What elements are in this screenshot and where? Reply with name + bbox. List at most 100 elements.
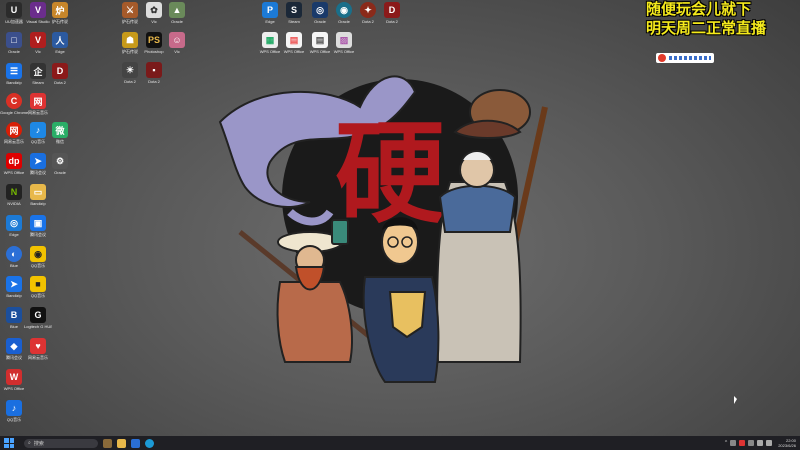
- network-icon[interactable]: [757, 440, 764, 446]
- app-icon: 炉: [52, 2, 68, 18]
- desktop-icon-label: 炉石传说: [52, 19, 68, 24]
- stream-overlay: 随便玩会儿就下 明天周二正常直播: [646, 0, 796, 38]
- taskbar-app-game-icon[interactable]: [103, 438, 112, 448]
- desktop-icon-label: 微信: [56, 139, 64, 144]
- volume-icon[interactable]: [766, 440, 773, 446]
- wechat-icon: 微: [52, 122, 68, 138]
- taskbar-edge-icon[interactable]: [145, 438, 154, 448]
- app-icon: D: [52, 63, 68, 79]
- desktop-icon-label: 网易云音乐: [28, 110, 48, 115]
- desktop-icon[interactable]: ▣ 腾讯会议: [24, 215, 52, 237]
- desktop-icon[interactable]: G Logitech G HUB: [24, 307, 52, 329]
- search-input[interactable]: ⌕ 搜索: [24, 438, 98, 448]
- desktop-icon[interactable]: ◉ QQ音乐: [24, 246, 52, 268]
- tray-app-icon[interactable]: [730, 440, 737, 446]
- app-icon: ☗: [122, 32, 138, 48]
- badge-bars: [669, 56, 711, 60]
- system-tray: ^: [725, 440, 773, 446]
- chrome-icon: C: [6, 93, 22, 109]
- desktop-icon[interactable]: ▪ Dota 2: [140, 62, 168, 84]
- desktop-icon-label: WPS Office: [3, 386, 25, 391]
- desktop-icon-label: WPS Office: [283, 49, 305, 54]
- app-icon: □: [6, 32, 22, 48]
- app-icon: ⚔: [122, 2, 138, 18]
- desktop-icon-label: Dota 2: [386, 19, 398, 24]
- desktop-icon[interactable]: 炉 炉石传说: [46, 2, 74, 24]
- app-icon: V: [30, 32, 46, 48]
- tray-app-icon[interactable]: [748, 440, 755, 446]
- music-icon: ♪: [30, 122, 46, 138]
- app-icon: ◐: [6, 246, 22, 262]
- image-file-icon: ▨: [336, 32, 352, 48]
- app-icon: ■: [30, 276, 46, 292]
- app-icon: ◉: [336, 2, 352, 18]
- desktop-icon[interactable]: ▨ WPS Office: [330, 32, 358, 54]
- wallpaper-artwork: 硬: [218, 75, 548, 383]
- desktop-icon-label: Logitech G HUB: [24, 324, 52, 329]
- settings-icon: ⚙: [52, 153, 68, 169]
- calligraphy-text: 硬: [335, 109, 445, 238]
- app-icon: 企: [30, 63, 46, 79]
- desktop-icon[interactable]: D Dota 2: [378, 2, 406, 24]
- app-icon: B: [6, 307, 22, 323]
- app-icon: ◉: [30, 246, 46, 262]
- desktop-icon[interactable]: 网 网易云音乐: [24, 93, 52, 115]
- desktop-icon-label: 腾讯会议: [30, 232, 46, 237]
- app-icon: ☺: [169, 32, 185, 48]
- app-icon: ◎: [312, 2, 328, 18]
- desktop-icon[interactable]: ♥ 网易云音乐: [24, 338, 52, 360]
- desktop-icon[interactable]: ⚙ Oracle: [46, 153, 74, 175]
- desktop-icon[interactable]: ▲ Oracle: [163, 2, 191, 24]
- desktop: U UU加速器 V Visual Studio 炉 炉石传说 □ Oracle …: [0, 0, 800, 436]
- taskbar-app-icon[interactable]: [131, 438, 140, 448]
- app-icon: 网: [6, 122, 22, 138]
- desktop-icon-label: Oracle: [54, 170, 66, 175]
- tray-app-icon[interactable]: [739, 440, 746, 446]
- desktop-icon[interactable]: ▭ Bandizip: [24, 184, 52, 206]
- file-icon: ▤: [286, 32, 302, 48]
- desktop-icon-label: Dota 2: [54, 80, 66, 85]
- desktop-icon[interactable]: ▤ WPS Office: [280, 32, 308, 54]
- photoshop-icon: PS: [146, 32, 162, 48]
- app-icon: ✦: [360, 2, 376, 18]
- app-icon: ▦: [262, 32, 278, 48]
- app-icon: ➤: [6, 276, 22, 292]
- desktop-icon-label: Vlc: [174, 49, 180, 54]
- desktop-icon[interactable]: 人 Edge: [46, 32, 74, 54]
- start-button[interactable]: [4, 438, 14, 448]
- desktop-icon[interactable]: ☺ Vlc: [163, 32, 191, 54]
- old-man-robe: [438, 184, 517, 233]
- app-icon: ☀: [122, 62, 138, 78]
- app-icon: 人: [52, 32, 68, 48]
- clock[interactable]: 22:00 2023/6/26: [778, 438, 796, 448]
- desktop-icon-label: Steam: [288, 19, 300, 24]
- search-icon: ⌕: [28, 440, 31, 446]
- taskbar-file-explorer-icon[interactable]: [117, 438, 126, 448]
- desktop-icon-label: QQ音乐: [30, 263, 46, 268]
- desktop-icon[interactable]: ♪ QQ音乐: [0, 400, 28, 422]
- app-icon: P: [262, 2, 278, 18]
- app-icon: ▣: [30, 215, 46, 231]
- app-icon: ☰: [6, 63, 22, 79]
- overlay-line-2: 明天周二正常直播: [646, 19, 767, 37]
- app-icon: ▲: [169, 2, 185, 18]
- desktop-icon[interactable]: D Dota 2: [46, 63, 74, 85]
- app-icon: ✿: [146, 2, 162, 18]
- file-icon: ▤: [312, 32, 328, 48]
- desktop-icon-label: Oracle: [171, 19, 183, 24]
- desktop-icon[interactable]: W WPS Office: [0, 369, 28, 391]
- card-left: [331, 219, 349, 245]
- desktop-icon-label: 网易云音乐: [28, 355, 48, 360]
- desktop-icon[interactable]: 微 微信: [46, 122, 74, 144]
- desktop-icon[interactable]: S Steam: [280, 2, 308, 24]
- uu-accelerator-icon: U: [6, 2, 22, 18]
- dwarf-body: [276, 281, 353, 363]
- folder-icon: ▭: [30, 184, 46, 200]
- desktop-icon[interactable]: ■ QQ音乐: [24, 276, 52, 298]
- desktop-icon-label: Bandizip: [30, 201, 46, 206]
- desktop-icon-label: WPS Office: [333, 49, 355, 54]
- chevron-up-icon[interactable]: ^: [725, 440, 727, 446]
- nvidia-icon: N: [6, 184, 22, 200]
- desktop-icon-label: Edge: [55, 49, 65, 54]
- live-dot-icon: [658, 54, 666, 62]
